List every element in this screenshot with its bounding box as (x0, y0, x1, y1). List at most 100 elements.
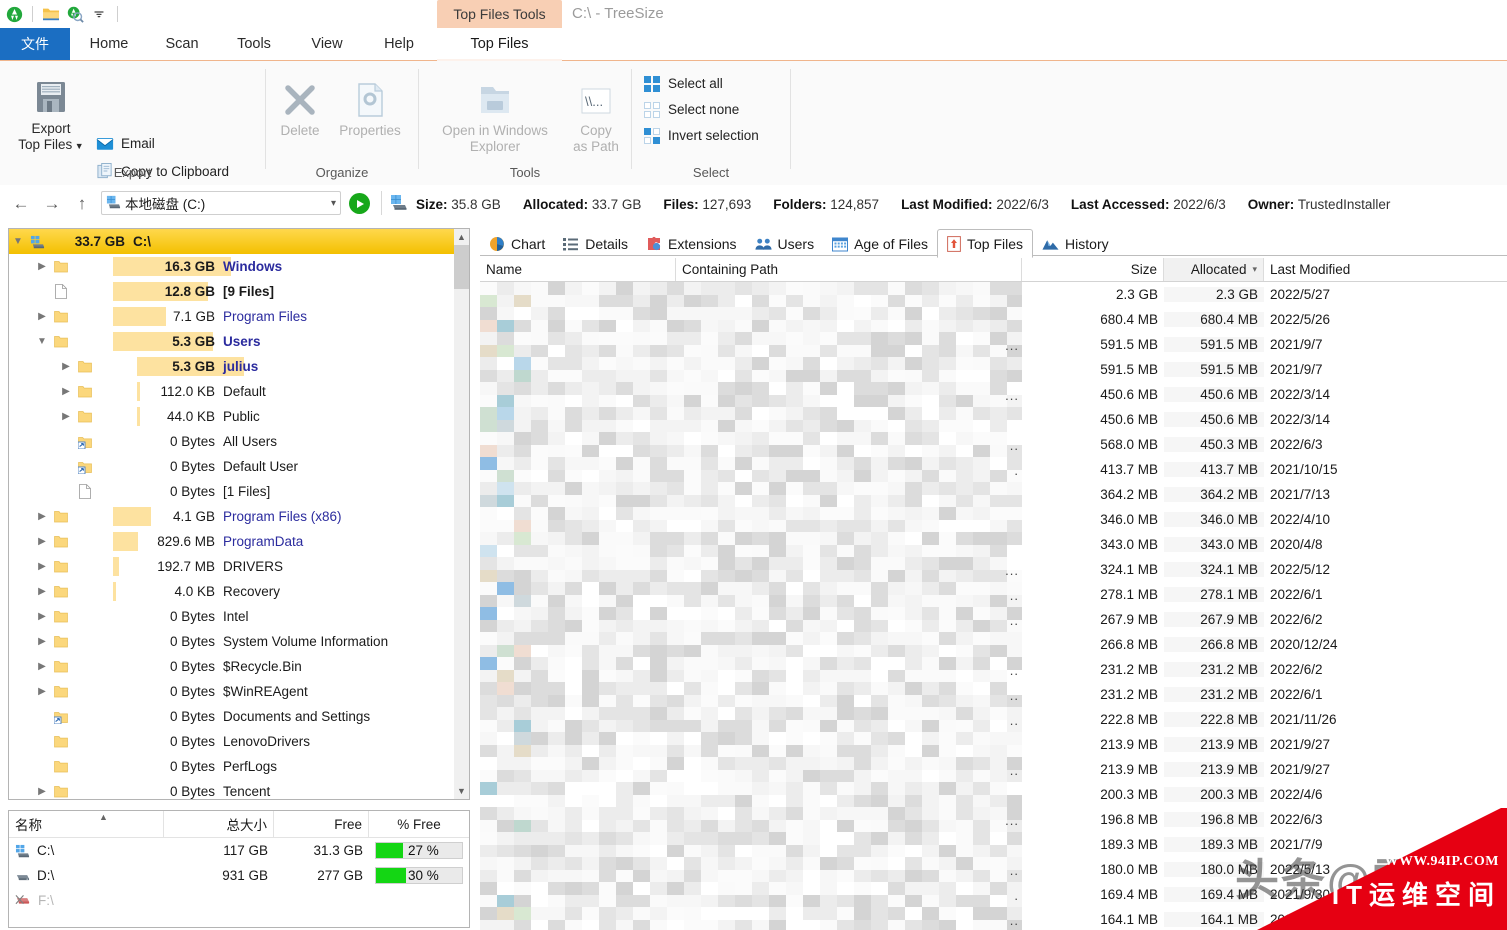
tree-row[interactable]: 0 Bytes [1 Files] (9, 479, 456, 504)
tab-view[interactable]: View (292, 28, 362, 60)
col-header-name[interactable]: Name (480, 258, 676, 281)
table-row[interactable]: .. 267.9 MB 267.9 MB 2022/6/2 (480, 607, 1507, 632)
right-tab-chart[interactable]: Chart (480, 229, 554, 258)
chevron-right-icon[interactable]: ▶ (57, 361, 75, 372)
tree-row[interactable]: ▶ 16.3 GB Windows (9, 254, 456, 279)
top-files-table-body[interactable]: 2.3 GB 2.3 GB 2022/5/27 680.4 MB 680.4 MB 202… (480, 282, 1507, 930)
export-top-files-button[interactable]: Export Top Files ▼ (8, 71, 94, 154)
tree-row[interactable]: ▶ 112.0 KB Default (9, 379, 456, 404)
table-row[interactable]: 213.9 MB 213.9 MB 2021/9/27 (480, 732, 1507, 757)
select-all-button[interactable]: Select all (642, 71, 723, 96)
email-button[interactable]: Email (95, 131, 155, 156)
tree-row[interactable]: ▶ 7.1 GB Program Files (9, 304, 456, 329)
tree-row[interactable]: ▼ 5.3 GB Users (9, 329, 456, 354)
folder-open-icon[interactable] (41, 4, 61, 24)
col-header-allocated[interactable]: Allocated ▾ (1164, 258, 1264, 281)
chevron-right-icon[interactable]: ▶ (33, 686, 51, 697)
tree-row[interactable]: 0 Bytes Default User (9, 454, 456, 479)
table-row[interactable]: .. 213.9 MB 213.9 MB 2021/9/27 (480, 757, 1507, 782)
col-header-size[interactable]: Size (1022, 258, 1164, 281)
copy-as-path-button[interactable]: \\... Copy as Path (565, 73, 627, 155)
table-row[interactable]: 266.8 MB 266.8 MB 2020/12/24 (480, 632, 1507, 657)
customize-qat-dropdown-icon[interactable] (89, 4, 109, 24)
right-tab-users[interactable]: Users (746, 229, 824, 258)
right-tab-age-of-files[interactable]: Age of Files (823, 229, 937, 258)
drive-col-total[interactable]: 总大小 (164, 811, 274, 837)
chevron-right-icon[interactable]: ▶ (33, 786, 51, 797)
tree-row[interactable]: ▶ 192.7 MB DRIVERS (9, 554, 456, 579)
tree-row[interactable]: ▶ 0 Bytes Tencent (9, 779, 456, 799)
chevron-right-icon[interactable]: ▶ (33, 536, 51, 547)
table-row[interactable]: . 413.7 MB 413.7 MB 2021/10/15 (480, 457, 1507, 482)
delete-button[interactable]: Delete (268, 73, 332, 139)
chevron-right-icon[interactable]: ▶ (33, 511, 51, 522)
table-row[interactable]: 189.3 MB 189.3 MB 2021/7/9 (480, 832, 1507, 857)
tree-row[interactable]: ▶ 0 Bytes $WinREAgent (9, 679, 456, 704)
tree-scroll-down-icon[interactable]: ▼ (454, 783, 469, 799)
table-row[interactable]: ... 591.5 MB 591.5 MB 2021/9/7 (480, 332, 1507, 357)
tree-scrollbar-thumb[interactable] (454, 245, 469, 289)
tree-row[interactable]: 0 Bytes Documents and Settings (9, 704, 456, 729)
tree-row-root[interactable]: ▼ 33.7 GB C:\ (9, 229, 456, 254)
drive-row[interactable]: C:\ 117 GB 31.3 GB 27 % (9, 838, 469, 863)
tab-tools[interactable]: Tools (218, 28, 290, 60)
scan-search-icon[interactable] (65, 4, 85, 24)
tree-row[interactable]: 0 Bytes PerfLogs (9, 754, 456, 779)
table-row[interactable]: ... 324.1 MB 324.1 MB 2022/5/12 (480, 557, 1507, 582)
table-row[interactable]: 346.0 MB 346.0 MB 2022/4/10 (480, 507, 1507, 532)
table-row[interactable]: ... 450.6 MB 450.6 MB 2022/3/14 (480, 382, 1507, 407)
table-row[interactable]: .. 568.0 MB 450.3 MB 2022/6/3 (480, 432, 1507, 457)
tree-scrollbar[interactable]: ▲ ▼ (454, 229, 469, 799)
chevron-right-icon[interactable]: ▶ (33, 561, 51, 572)
tree-row[interactable]: ▶ 0 Bytes System Volume Information (9, 629, 456, 654)
tab-scan[interactable]: Scan (148, 28, 216, 60)
chevron-right-icon[interactable]: ▶ (57, 411, 75, 422)
right-tab-top-files[interactable]: Top Files (937, 229, 1034, 258)
table-row[interactable]: 364.2 MB 364.2 MB 2021/7/13 (480, 482, 1507, 507)
treesize-logo-icon[interactable] (4, 4, 24, 24)
table-row[interactable]: . 169.4 MB 169.4 MB 2021/9/30 (480, 882, 1507, 907)
right-tab-details[interactable]: Details (554, 229, 637, 258)
chevron-right-icon[interactable]: ▶ (33, 311, 51, 322)
tab-file[interactable]: 文件 (0, 28, 70, 60)
table-row[interactable]: .. 222.8 MB 222.8 MB 2021/11/26 (480, 707, 1507, 732)
table-row[interactable]: .. 231.2 MB 231.2 MB 2022/6/2 (480, 657, 1507, 682)
chevron-right-icon[interactable]: ▶ (33, 586, 51, 597)
table-row[interactable]: 2.3 GB 2.3 GB 2022/5/27 (480, 282, 1507, 307)
table-row[interactable]: .. 180.0 MB 180.0 MB 2022/5/13 (480, 857, 1507, 882)
drive-row[interactable]: D:\ 931 GB 277 GB 30 % (9, 863, 469, 888)
tree-row[interactable]: ▶ 829.6 MB ProgramData (9, 529, 456, 554)
tab-top-files[interactable]: Top Files (437, 28, 562, 60)
tab-help[interactable]: Help (364, 28, 434, 60)
back-button[interactable]: ← (10, 193, 32, 215)
drive-row[interactable]: F:\ (9, 888, 469, 913)
chevron-right-icon[interactable]: ▶ (33, 611, 51, 622)
chevron-right-icon[interactable]: ▶ (57, 386, 75, 397)
right-tab-extensions[interactable]: Extensions (637, 229, 745, 258)
path-combobox[interactable]: 本地磁盘 (C:) ▾ (101, 191, 341, 215)
chevron-down-icon[interactable]: ▼ (33, 336, 51, 347)
tree-row[interactable]: ▶ 0 Bytes $Recycle.Bin (9, 654, 456, 679)
col-header-last-modified[interactable]: Last Modified (1264, 258, 1382, 281)
right-tab-history[interactable]: History (1033, 229, 1118, 258)
tree-row[interactable]: 12.8 GB [9 Files] (9, 279, 456, 304)
chevron-down-icon[interactable]: ▼ (9, 236, 27, 247)
tab-home[interactable]: Home (72, 28, 146, 60)
col-header-containing-path[interactable]: Containing Path (676, 258, 1022, 281)
drive-col-pctfree[interactable]: % Free (369, 811, 469, 837)
tree-row[interactable]: ▶ 4.1 GB Program Files (x86) (9, 504, 456, 529)
table-row[interactable]: 591.5 MB 591.5 MB 2021/9/7 (480, 357, 1507, 382)
chevron-right-icon[interactable]: ▶ (33, 261, 51, 272)
forward-button[interactable]: → (41, 193, 63, 215)
invert-selection-button[interactable]: Invert selection (642, 123, 759, 148)
table-row[interactable]: 680.4 MB 680.4 MB 2022/5/26 (480, 307, 1507, 332)
tree-row[interactable]: ▶ 4.0 KB Recovery (9, 579, 456, 604)
properties-button[interactable]: Properties (330, 73, 410, 139)
table-row[interactable]: .. 164.1 MB 164.1 MB 2021/3/4 (480, 907, 1507, 930)
chevron-right-icon[interactable]: ▶ (33, 661, 51, 672)
table-row[interactable]: 450.6 MB 450.6 MB 2022/3/14 (480, 407, 1507, 432)
select-none-button[interactable]: Select none (642, 97, 739, 122)
scan-go-button[interactable] (349, 193, 370, 214)
folder-tree-list[interactable]: ▼ 33.7 GB C:\ ▶ 16.3 GB Windows 12.8 GB [9 File… (9, 229, 456, 799)
chevron-down-icon[interactable]: ▾ (331, 198, 336, 209)
